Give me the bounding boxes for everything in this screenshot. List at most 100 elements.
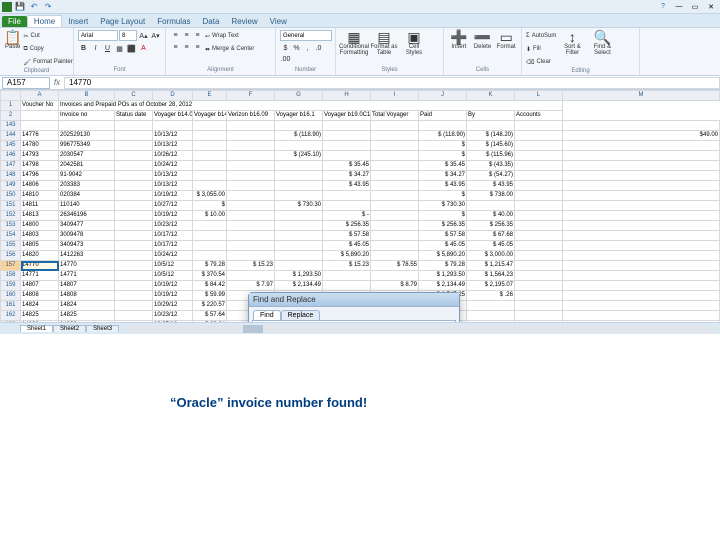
col-I[interactable]: I — [371, 91, 419, 101]
underline-button[interactable]: U — [102, 43, 113, 54]
paste-button[interactable]: 📋Paste — [4, 30, 21, 50]
comma-icon[interactable]: , — [302, 43, 313, 54]
col-F[interactable]: F — [227, 91, 275, 101]
dialog-title[interactable]: Find and Replace — [249, 293, 459, 307]
col-C[interactable]: C — [115, 91, 153, 101]
dialog-tab-find[interactable]: Find — [253, 310, 281, 320]
col-G[interactable]: G — [275, 91, 323, 101]
format-painter-button[interactable]: 🖌Format Painter — [23, 56, 72, 68]
col-D[interactable]: D — [153, 91, 193, 101]
tab-view[interactable]: View — [264, 16, 293, 27]
formula-input[interactable]: 14770 — [64, 77, 720, 89]
font-color-button[interactable]: A — [138, 43, 149, 54]
table-row[interactable]: 15314800340947710/23/12$ 256.35$ 256.35$… — [1, 221, 720, 231]
dialog-tab-replace[interactable]: Replace — [281, 310, 321, 320]
table-row[interactable]: 15514805340947310/17/12$ 45.05$ 45.05$ 4… — [1, 241, 720, 251]
table-row[interactable]: 2Invoice noStatus dateVoyager b14.01Voya… — [1, 111, 720, 121]
fill-color-button[interactable]: ⬛ — [126, 43, 137, 54]
scroll-thumb[interactable] — [243, 325, 263, 333]
col-J[interactable]: J — [419, 91, 467, 101]
cell-styles-button[interactable]: ▣Cell Styles — [400, 30, 428, 56]
name-box[interactable]: A157 — [2, 77, 50, 89]
undo-icon[interactable]: ↶ — [28, 1, 40, 13]
percent-icon[interactable]: % — [291, 43, 302, 54]
table-row[interactable]: 159148071480710/19/12$ 84.42$ 7.97$ 2,13… — [1, 281, 720, 291]
help-icon[interactable]: ? — [656, 2, 670, 12]
table-row[interactable]: 1Voucher NoInvoices and Prepaid POs as o… — [1, 101, 720, 111]
tab-home[interactable]: Home — [27, 15, 62, 27]
redo-icon[interactable]: ↷ — [42, 1, 54, 13]
align-middle-icon[interactable]: ≡ — [181, 30, 192, 41]
table-row[interactable]: 14714798204258110/24/12$ 35.45$ 35.45$ (… — [1, 161, 720, 171]
col-M[interactable]: M — [563, 91, 720, 101]
font-name-select[interactable]: Arial — [78, 30, 118, 41]
sheet-tab-3[interactable]: Sheet3 — [86, 325, 119, 332]
currency-icon[interactable]: $ — [280, 43, 291, 54]
table-row[interactable]: 1491480620338310/13/12$ 43.95$ 43.95$ 43… — [1, 181, 720, 191]
sheet-tab-2[interactable]: Sheet2 — [53, 325, 86, 332]
table-row[interactable]: 15614820141226310/24/12$ 5,890.20$ 5,890… — [1, 251, 720, 261]
italic-button[interactable]: I — [90, 43, 101, 54]
clear-button[interactable]: ⌫Clear — [526, 56, 556, 68]
autosum-button[interactable]: ΣAutoSum — [526, 30, 556, 42]
shrink-font-icon[interactable]: A▾ — [150, 30, 161, 41]
bold-button[interactable]: B — [78, 43, 89, 54]
align-top-icon[interactable]: ≡ — [170, 30, 181, 41]
conditional-formatting-button[interactable]: ▦Conditional Formatting — [340, 30, 368, 56]
cut-button[interactable]: ✂Cut — [23, 30, 72, 42]
tab-insert[interactable]: Insert — [62, 16, 94, 27]
col-H[interactable]: H — [323, 91, 371, 101]
insert-cells-button[interactable]: ➕Insert — [448, 30, 470, 50]
horizontal-scrollbar[interactable] — [123, 325, 716, 333]
table-row[interactable]: 1451478099677534910/13/12$$ (145.60) — [1, 141, 720, 151]
col-K[interactable]: K — [467, 91, 515, 101]
column-header-row[interactable]: A B C D E F G H I J K L M — [1, 91, 720, 101]
sheet-tabs[interactable]: Sheet1 Sheet2 Sheet3 — [20, 325, 119, 332]
table-row[interactable]: 143 — [1, 121, 720, 131]
table-row[interactable]: 15414803300947810/17/12$ 57.58$ 57.58$ 6… — [1, 231, 720, 241]
format-as-table-button[interactable]: ▤Format as Table — [370, 30, 398, 56]
grow-font-icon[interactable]: A▴ — [138, 30, 149, 41]
wrap-text-button[interactable]: ↩Wrap Text — [205, 30, 254, 42]
dec-decimal-icon[interactable]: .00 — [280, 54, 291, 65]
table-row[interactable]: 1511481111014010/27/12$$ 730.30$ 730.30 — [1, 201, 720, 211]
align-bottom-icon[interactable]: ≡ — [192, 30, 203, 41]
minimize-icon[interactable]: — — [672, 2, 686, 12]
col-A[interactable]: A — [21, 91, 59, 101]
col-E[interactable]: E — [193, 91, 227, 101]
delete-cells-button[interactable]: ➖Delete — [472, 30, 494, 50]
sort-filter-button[interactable]: ↕Sort & Filter — [558, 30, 586, 56]
table-row[interactable]: 1481479691-904210/13/12$ 34.27$ 34.27$ (… — [1, 171, 720, 181]
save-icon[interactable]: 💾 — [14, 1, 26, 13]
table-row[interactable]: 14614793203054710/26/12$ (245.10)$$ (115… — [1, 151, 720, 161]
tab-page-layout[interactable]: Page Layout — [94, 16, 151, 27]
find-select-button[interactable]: 🔍Find & Select — [588, 30, 616, 56]
align-center-icon[interactable]: ≡ — [181, 42, 192, 53]
sheet-tab-1[interactable]: Sheet1 — [20, 325, 53, 332]
number-format-select[interactable]: General — [280, 30, 332, 41]
table-row[interactable]: 152148132634619610/19/12$ 10.00$ -$$ 40.… — [1, 211, 720, 221]
table-row[interactable]: 1441477620252913010/13/12$ (118.90)$ (11… — [1, 131, 720, 141]
font-size-select[interactable]: 8 — [119, 30, 137, 41]
tab-data[interactable]: Data — [197, 16, 226, 27]
fx-icon[interactable]: fx — [50, 78, 64, 87]
merge-center-button[interactable]: ⬌Merge & Center — [205, 43, 254, 55]
col-B[interactable]: B — [59, 91, 115, 101]
border-button[interactable]: ▦ — [114, 43, 125, 54]
col-L[interactable]: L — [515, 91, 563, 101]
maximize-icon[interactable]: ▭ — [688, 2, 702, 12]
inc-decimal-icon[interactable]: .0 — [313, 43, 324, 54]
select-all[interactable] — [1, 91, 21, 101]
tab-review[interactable]: Review — [225, 16, 263, 27]
copy-button[interactable]: ⧉Copy — [23, 43, 72, 55]
align-right-icon[interactable]: ≡ — [192, 42, 203, 53]
table-row[interactable]: 158147711477110/5/12$ 370.54$ 1,293.50$ … — [1, 271, 720, 281]
format-cells-button[interactable]: ▭Format — [495, 30, 517, 50]
table-row[interactable]: 157147701477010/5/12$ 79.28$ 15.23$ 15.2… — [1, 261, 720, 271]
close-icon[interactable]: ✕ — [704, 2, 718, 12]
tab-formulas[interactable]: Formulas — [151, 16, 196, 27]
spreadsheet-grid[interactable]: A B C D E F G H I J K L M 1Voucher NoInv… — [0, 90, 720, 334]
align-left-icon[interactable]: ≡ — [170, 42, 181, 53]
tab-file[interactable]: File — [2, 16, 27, 27]
fill-button[interactable]: ⬇Fill — [526, 43, 556, 55]
